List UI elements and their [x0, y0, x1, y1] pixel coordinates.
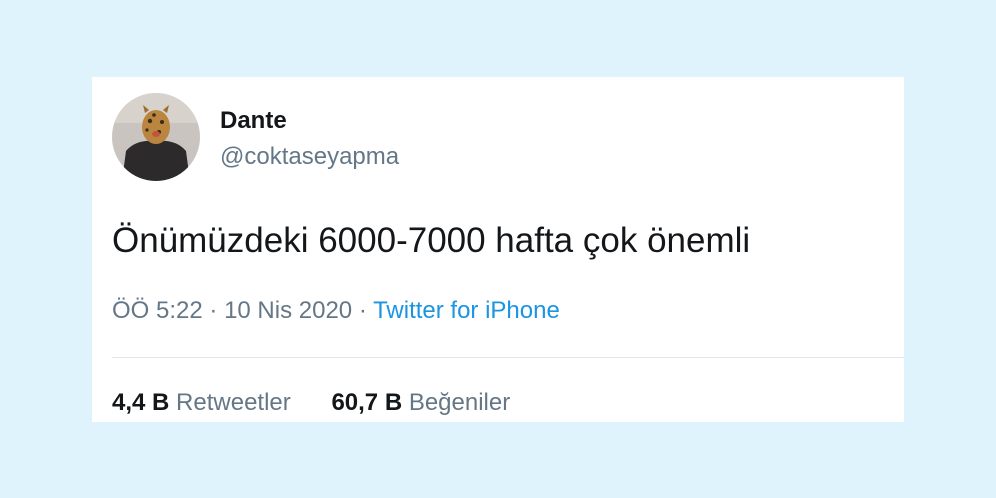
author-display-name[interactable]: Dante: [220, 107, 287, 135]
tweet-time[interactable]: ÖÖ 5:22: [112, 297, 203, 324]
retweets-label: Retweetler: [176, 389, 291, 416]
tweet-source-link[interactable]: Twitter for iPhone: [373, 297, 560, 324]
author-handle[interactable]: @coktaseyapma: [220, 143, 399, 171]
tweet-meta: ÖÖ 5:22 · 10 Nis 2020 · Twitter for iPho…: [112, 297, 560, 325]
retweets-count: 4,4 B: [112, 389, 170, 416]
retweets-stat[interactable]: 4,4 B Retweetler: [112, 389, 291, 417]
tweet-text: Önümüzdeki 6000-7000 hafta çok önemli: [112, 221, 751, 260]
meta-separator: ·: [209, 297, 218, 324]
meta-separator: ·: [358, 297, 367, 324]
likes-label: Beğeniler: [408, 389, 511, 416]
leopard-head-avatar-icon: [112, 93, 200, 181]
likes-stat[interactable]: 60,7 B Beğeniler: [331, 389, 510, 417]
likes-count: 60,7 B: [331, 389, 403, 416]
tweet-stats: 4,4 B Retweetler 60,7 B Beğeniler: [112, 389, 510, 417]
divider: [112, 357, 904, 358]
avatar[interactable]: [112, 93, 200, 181]
tweet-card: Dante @coktaseyapma Önümüzdeki 6000-7000…: [92, 77, 904, 422]
tweet-date[interactable]: 10 Nis 2020: [224, 297, 352, 324]
